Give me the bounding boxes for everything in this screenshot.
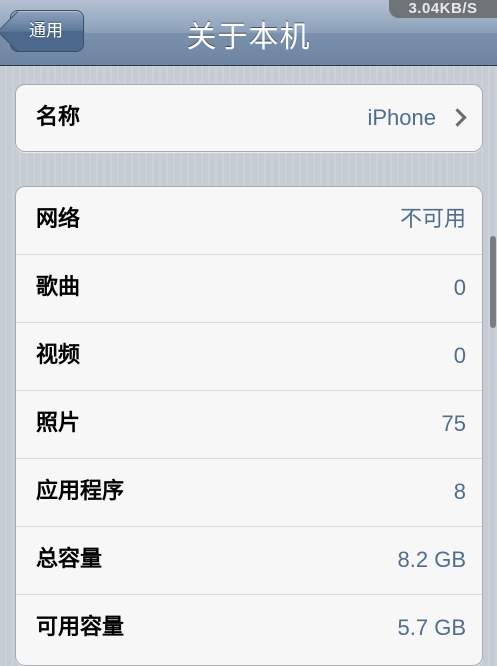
page-title: 关于本机 [186,20,311,55]
videos-row: 视频 0 [16,323,482,391]
songs-label: 歌曲 [36,275,81,300]
network-speed-badge: 3.04KB/S [389,0,497,18]
chevron-right-icon [448,108,467,127]
capacity-row: 总容量 8.2 GB [16,527,482,595]
photos-value: 75 [441,411,466,436]
applications-label: 应用程序 [36,479,125,504]
available-row: 可用容量 5.7 GB [16,595,482,663]
network-value: 不可用 [399,207,466,232]
songs-value: 0 [453,275,466,300]
videos-label: 视频 [36,343,81,368]
available-label: 可用容量 [36,615,125,640]
scrollbar[interactable] [490,236,496,328]
back-button-label: 通用 [29,21,63,41]
videos-value: 0 [453,343,466,368]
capacity-value: 8.2 GB [397,547,466,572]
network-row: 网络 不可用 [16,187,482,255]
name-row[interactable]: 名称 iPhone [16,85,482,151]
name-value: iPhone [367,105,436,130]
capacity-label: 总容量 [36,547,103,572]
back-button-general[interactable]: 通用 [0,10,84,53]
applications-row: 应用程序 8 [16,459,482,527]
name-group: 名称 iPhone [15,84,483,152]
songs-row: 歌曲 0 [16,255,482,323]
photos-label: 照片 [36,411,81,436]
available-value: 5.7 GB [397,615,466,640]
name-label: 名称 [36,105,81,130]
photos-row: 照片 75 [16,391,482,459]
applications-value: 8 [453,479,466,504]
info-group: 网络 不可用 歌曲 0 视频 0 照片 75 应用程序 8 总容量 8.2 GB… [15,186,483,666]
network-label: 网络 [36,207,81,232]
